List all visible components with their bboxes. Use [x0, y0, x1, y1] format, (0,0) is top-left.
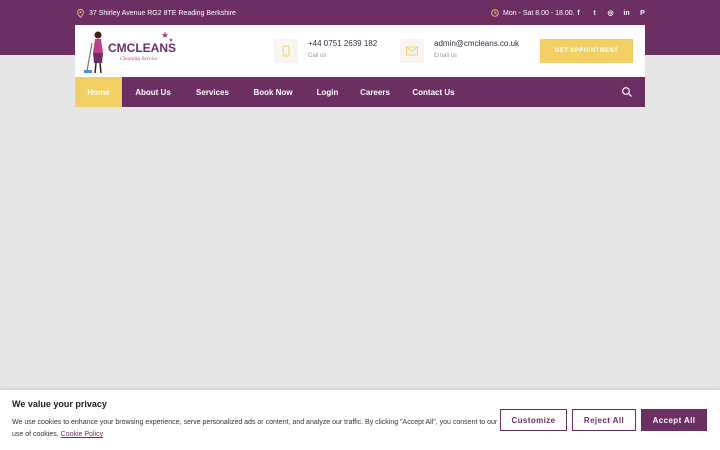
nav-item-home[interactable]: Home [75, 77, 122, 107]
email-contact: admin@cmcleans.co.uk Email us [400, 39, 519, 63]
nav-item-careers[interactable]: Careers [350, 77, 400, 107]
cookie-description: We use cookies to enhance your browsing … [12, 417, 498, 441]
phone-icon [274, 39, 298, 63]
phone-number[interactable]: +44 0751 2639 182 [308, 39, 377, 49]
hours-info: Mon - Sat 8.00 - 18.00. [491, 7, 575, 19]
logo-mark: CMCLEANS Cleaning Service [84, 31, 176, 74]
nav-item-services[interactable]: Services [184, 77, 241, 107]
instagram-icon[interactable]: ◎ [606, 7, 615, 19]
cookie-consent-banner: We value your privacy We use cookies to … [0, 390, 720, 450]
facebook-icon[interactable]: f [574, 7, 583, 19]
address-info: 37 Shirley Avenue RG2 8TE Reading Berksh… [77, 7, 236, 19]
phone-label: Call us [308, 53, 327, 59]
envelope-icon [400, 39, 424, 63]
pinterest-icon[interactable]: P [638, 7, 647, 19]
get-appointment-button[interactable]: GET APPOINTMENT [540, 39, 633, 63]
search-icon[interactable] [621, 86, 633, 98]
reject-all-button[interactable]: Reject All [572, 409, 636, 431]
social-links: f t ◎ in P [574, 7, 647, 19]
linkedin-icon[interactable]: in [622, 7, 631, 19]
main-nav: Home About Us Services Book Now Login Ca… [75, 77, 645, 107]
hours-text: Mon - Sat 8.00 - 18.00. [503, 9, 575, 17]
accept-all-button[interactable]: Accept All [641, 409, 707, 431]
logo-tagline: Cleaning Service [120, 56, 158, 62]
twitter-icon[interactable]: t [590, 7, 599, 19]
customize-button[interactable]: Customize [500, 409, 567, 431]
clock-icon [491, 9, 499, 17]
nav-item-login[interactable]: Login [305, 77, 350, 107]
cookie-policy-link[interactable]: Cookie Policy [61, 431, 103, 438]
nav-item-book-now[interactable]: Book Now [241, 77, 305, 107]
logo-wordmark: CMCLEANS [108, 41, 176, 55]
address-text: 37 Shirley Avenue RG2 8TE Reading Berksh… [89, 9, 236, 17]
site-logo[interactable]: CMCLEANS Cleaning Service [83, 27, 178, 75]
email-address[interactable]: admin@cmcleans.co.uk [434, 39, 519, 49]
site-header: CMCLEANS Cleaning Service +44 0751 2639 … [75, 25, 645, 77]
nav-item-about-us[interactable]: About Us [122, 77, 184, 107]
email-label: Email us [434, 53, 458, 59]
phone-contact: +44 0751 2639 182 Call us [274, 39, 377, 63]
nav-item-contact-us[interactable]: Contact Us [400, 77, 467, 107]
location-pin-icon [77, 8, 84, 18]
cookie-title: We value your privacy [12, 399, 107, 409]
